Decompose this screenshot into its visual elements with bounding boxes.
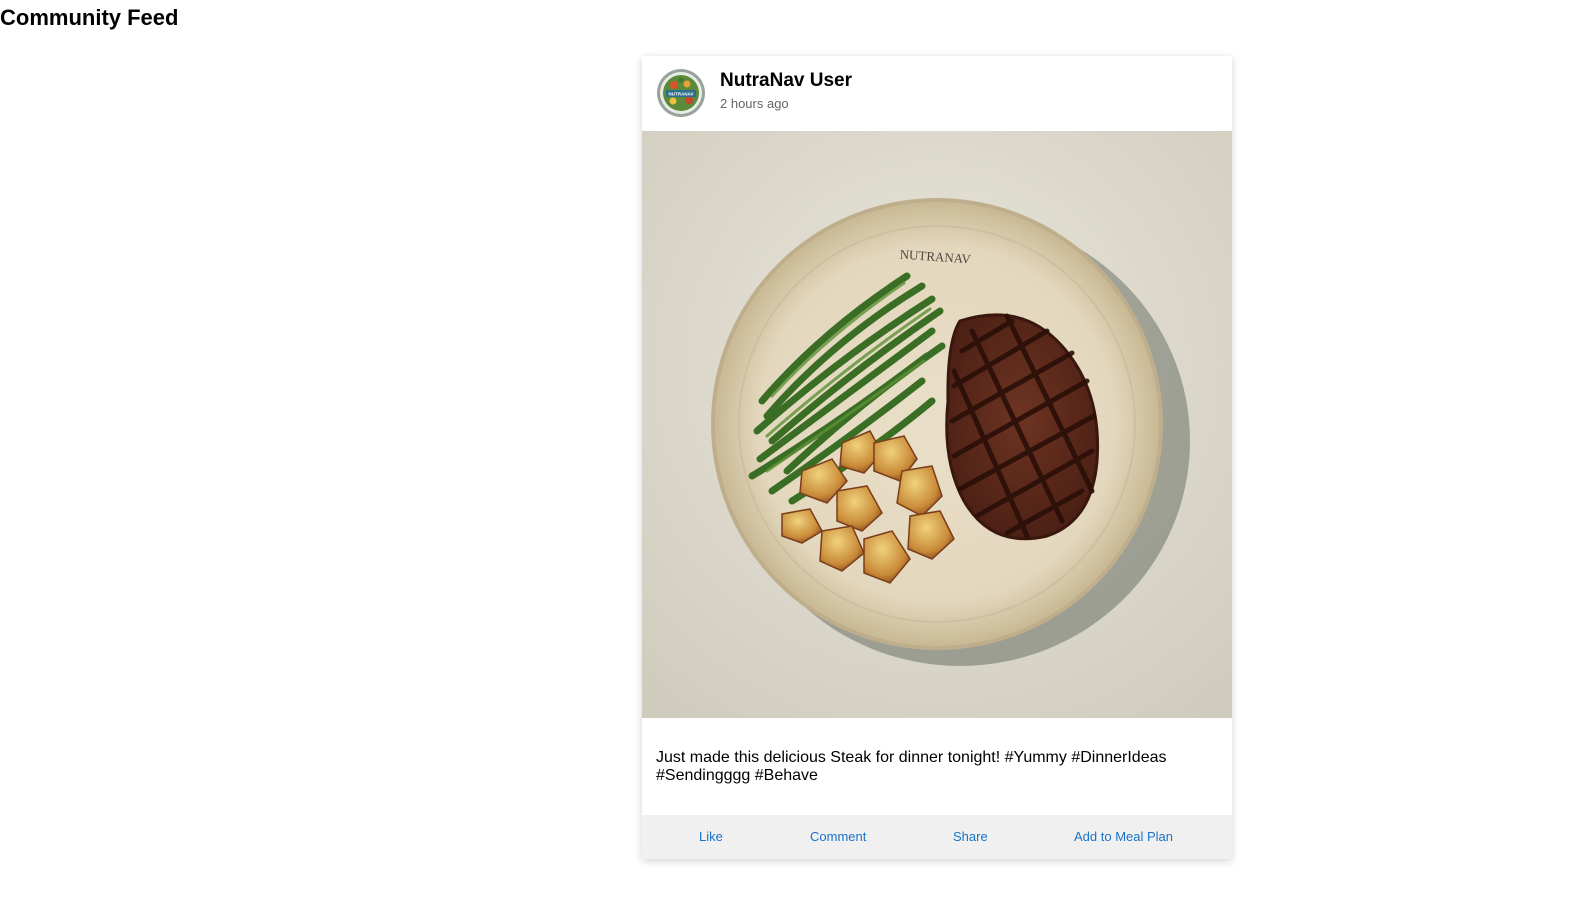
- page-title: Community Feed: [0, 5, 179, 30]
- post-actions-bar: Like Comment Share Add to Meal Plan: [642, 815, 1232, 859]
- post-caption: Just made this delicious Steak for dinne…: [656, 749, 1167, 784]
- comment-button[interactable]: Comment: [810, 829, 866, 844]
- post-username[interactable]: NutraNav User: [720, 70, 852, 92]
- post-timestamp: 2 hours ago: [720, 96, 789, 111]
- post-image-steak-dinner[interactable]: NUTRANAV: [642, 131, 1232, 718]
- avatar-logo-text: NUTRANAV: [669, 92, 694, 97]
- post-card: NUTRANAV NutraNav User 2 hours ago NUTRA…: [642, 56, 1232, 859]
- avatar[interactable]: NUTRANAV: [656, 68, 706, 118]
- add-to-meal-plan-button[interactable]: Add to Meal Plan: [1074, 829, 1173, 844]
- share-button[interactable]: Share: [953, 829, 988, 844]
- post-header: NUTRANAV NutraNav User 2 hours ago: [642, 56, 1232, 131]
- nutranav-logo-icon: NUTRANAV: [657, 69, 705, 117]
- like-button[interactable]: Like: [699, 829, 723, 844]
